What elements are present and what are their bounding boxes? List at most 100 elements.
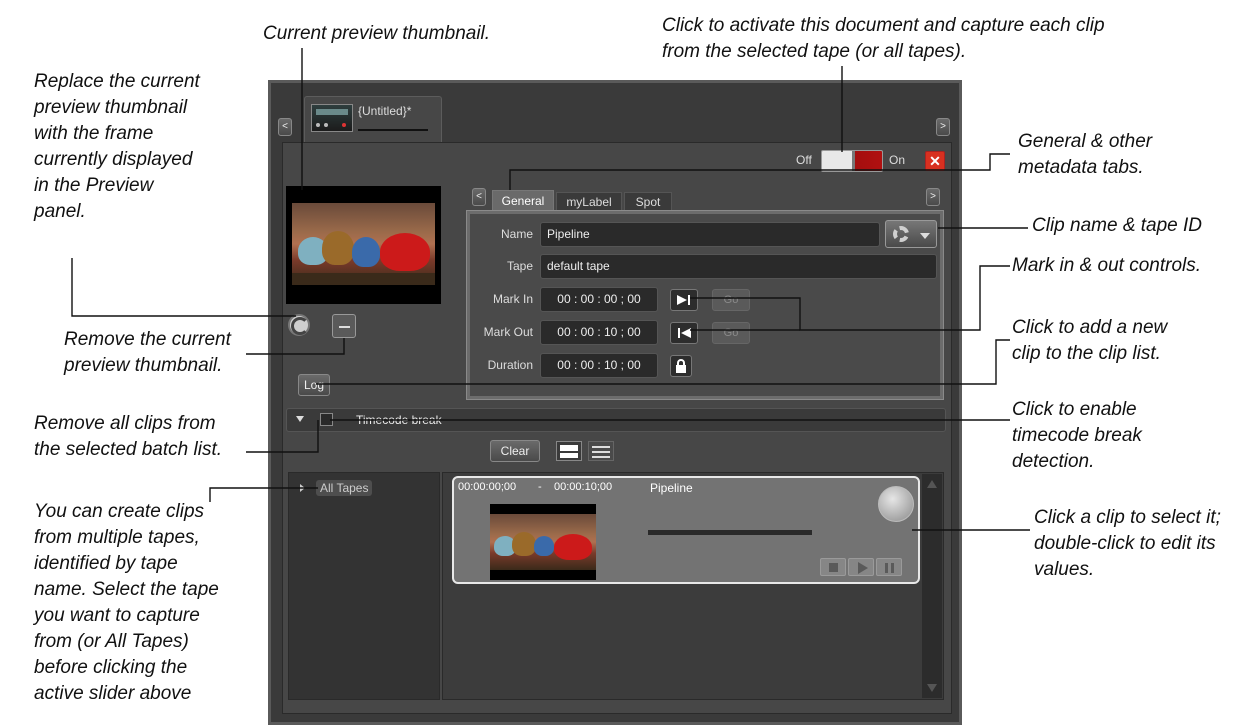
- tabs-scroll-right-button[interactable]: >: [926, 188, 940, 206]
- set-mark-in-button[interactable]: [670, 289, 698, 311]
- clip-progress-bar: [648, 530, 812, 535]
- document-tab-title: {Untitled}*: [358, 104, 412, 118]
- tabs-scroll-left-button[interactable]: <: [472, 188, 486, 206]
- log-clip-button[interactable]: Log: [298, 374, 330, 396]
- name-label: Name: [500, 227, 533, 241]
- clip-name-input[interactable]: Pipeline: [540, 222, 880, 247]
- gear-icon: [893, 226, 909, 242]
- annotation-tcbreak-line1: Click to enable: [1012, 399, 1137, 420]
- annotation-addclip-line1: Click to add a new: [1012, 317, 1168, 338]
- tape-deck-icon: [311, 104, 353, 132]
- annotation-tabs-line1: General & other: [1018, 131, 1153, 152]
- expand-arrow-icon[interactable]: [300, 484, 305, 492]
- large-view-button[interactable]: [556, 441, 582, 461]
- capture-active-toggle[interactable]: [821, 150, 883, 172]
- mark-in-timecode[interactable]: 00 : 00 : 00 ; 00: [540, 287, 658, 312]
- tape-tree-panel: [288, 472, 440, 700]
- annotation-tabs-line2: metadata tabs.: [1018, 157, 1144, 178]
- annotation-select-line3: values.: [1034, 559, 1095, 580]
- annotation-replace-line6: panel.: [34, 201, 86, 222]
- minus-icon: [339, 326, 350, 328]
- clip-time-separator: -: [538, 481, 542, 493]
- annotation-tapes-line6: from (or All Tapes): [34, 631, 189, 652]
- clip-card[interactable]: 00:00:00;00 - 00:00:10;00 Pipeline: [452, 476, 920, 584]
- refresh-icon: [291, 317, 309, 335]
- timecode-break-label: Timecode break: [356, 413, 442, 427]
- annotation-activate-line2: from the selected tape (or all tapes).: [662, 41, 967, 62]
- mark-out-timecode[interactable]: 00 : 00 : 10 ; 00: [540, 320, 658, 345]
- play-icon: [858, 562, 868, 574]
- annotation-tapes-line3: identified by tape: [34, 553, 178, 574]
- clip-status-indicator: [878, 486, 914, 522]
- replace-thumbnail-button[interactable]: [288, 314, 310, 336]
- chevron-down-icon: [920, 233, 930, 239]
- clip-settings-dropdown[interactable]: [885, 220, 937, 248]
- document-tab-underline: [358, 129, 428, 131]
- annotation-replace-line5: in the Preview: [34, 175, 154, 196]
- annotation-activate-line1: Click to activate this document and capt…: [662, 15, 1105, 36]
- pause-icon: [885, 563, 888, 573]
- mark-in-icon: [677, 295, 690, 305]
- annotation-tapes-line2: from multiple tapes,: [34, 527, 200, 548]
- timecode-break-checkbox[interactable]: [320, 413, 333, 426]
- scroll-up-icon[interactable]: [927, 480, 937, 488]
- set-mark-out-button[interactable]: [670, 322, 698, 344]
- annotation-remove-line1: Remove the current: [64, 329, 231, 350]
- annotation-select-line1: Click a clip to select it;: [1034, 507, 1221, 528]
- tape-id-input[interactable]: default tape: [540, 254, 937, 279]
- view-large-icon: [560, 445, 578, 451]
- doc-scroll-left-button[interactable]: <: [278, 118, 292, 136]
- annotation-tapes-line7: before clicking the: [34, 657, 188, 678]
- mark-out-label: Mark Out: [483, 325, 533, 339]
- annotation-mark: Mark in & out controls.: [1012, 255, 1202, 276]
- toggle-off-label: Off: [796, 153, 812, 167]
- annotation-replace-line2: preview thumbnail: [34, 97, 188, 118]
- clip-name: Pipeline: [650, 481, 693, 495]
- collapse-arrow-icon[interactable]: [296, 416, 304, 422]
- annotation-tcbreak-line2: timecode break: [1012, 425, 1142, 446]
- lock-icon: [676, 359, 686, 373]
- annotation-tapes-line8: active slider above: [34, 683, 192, 704]
- view-list-icon: [592, 446, 610, 448]
- clip-stop-button[interactable]: [820, 558, 846, 576]
- annotation-clearall-line2: the selected batch list.: [34, 439, 222, 460]
- annotation-tapes-line5: you want to capture: [34, 605, 200, 626]
- preview-thumbnail: [286, 186, 441, 304]
- annotation-tcbreak-line3: detection.: [1012, 451, 1095, 472]
- tape-tree-item-all-tapes[interactable]: All Tapes: [316, 480, 373, 496]
- close-document-button[interactable]: ✕: [925, 151, 945, 171]
- annotation-tapes-line4: name. Select the tape: [34, 579, 219, 600]
- clip-play-button[interactable]: [848, 558, 874, 576]
- annotation-select-line2: double-click to edit its: [1034, 533, 1216, 554]
- annotation-remove-line2: preview thumbnail.: [64, 355, 223, 376]
- annotation-replace-line4: currently displayed: [34, 149, 193, 170]
- tab-general[interactable]: General: [492, 190, 554, 210]
- clip-list-scrollbar[interactable]: [922, 474, 942, 698]
- lock-duration-button[interactable]: [670, 355, 692, 377]
- go-to-mark-out-button[interactable]: Go: [712, 322, 750, 344]
- annotation-clearall-line1: Remove all clips from: [34, 413, 216, 434]
- annotation-tapes-line1: You can create clips: [34, 501, 205, 522]
- duration-label: Duration: [487, 358, 533, 372]
- clip-pause-button[interactable]: [876, 558, 902, 576]
- document-tab[interactable]: {Untitled}*: [304, 96, 442, 142]
- clip-thumbnail: [490, 504, 596, 580]
- duration-timecode[interactable]: 00 : 00 : 10 ; 00: [540, 353, 658, 378]
- go-to-mark-in-button[interactable]: Go: [712, 289, 750, 311]
- stop-icon: [829, 563, 838, 572]
- doc-scroll-right-button[interactable]: >: [936, 118, 950, 136]
- clear-clips-button[interactable]: Clear: [490, 440, 540, 462]
- annotation-clipname: Clip name & tape ID: [1032, 215, 1203, 236]
- tape-label: Tape: [506, 259, 533, 273]
- annotation-thumbnail: Current preview thumbnail.: [263, 23, 491, 44]
- annotation-addclip-line2: clip to the clip list.: [1012, 343, 1161, 364]
- scroll-down-icon[interactable]: [927, 684, 937, 692]
- remove-thumbnail-button[interactable]: [332, 314, 356, 338]
- annotation-replace-line1: Replace the current: [34, 71, 200, 92]
- tab-spot[interactable]: Spot: [624, 192, 672, 210]
- tab-mylabel[interactable]: myLabel: [556, 192, 622, 210]
- mark-out-icon: [678, 328, 691, 338]
- list-view-button[interactable]: [588, 441, 614, 461]
- clip-in-time: 00:00:00;00: [458, 481, 517, 493]
- annotation-replace-line3: with the frame: [34, 123, 154, 144]
